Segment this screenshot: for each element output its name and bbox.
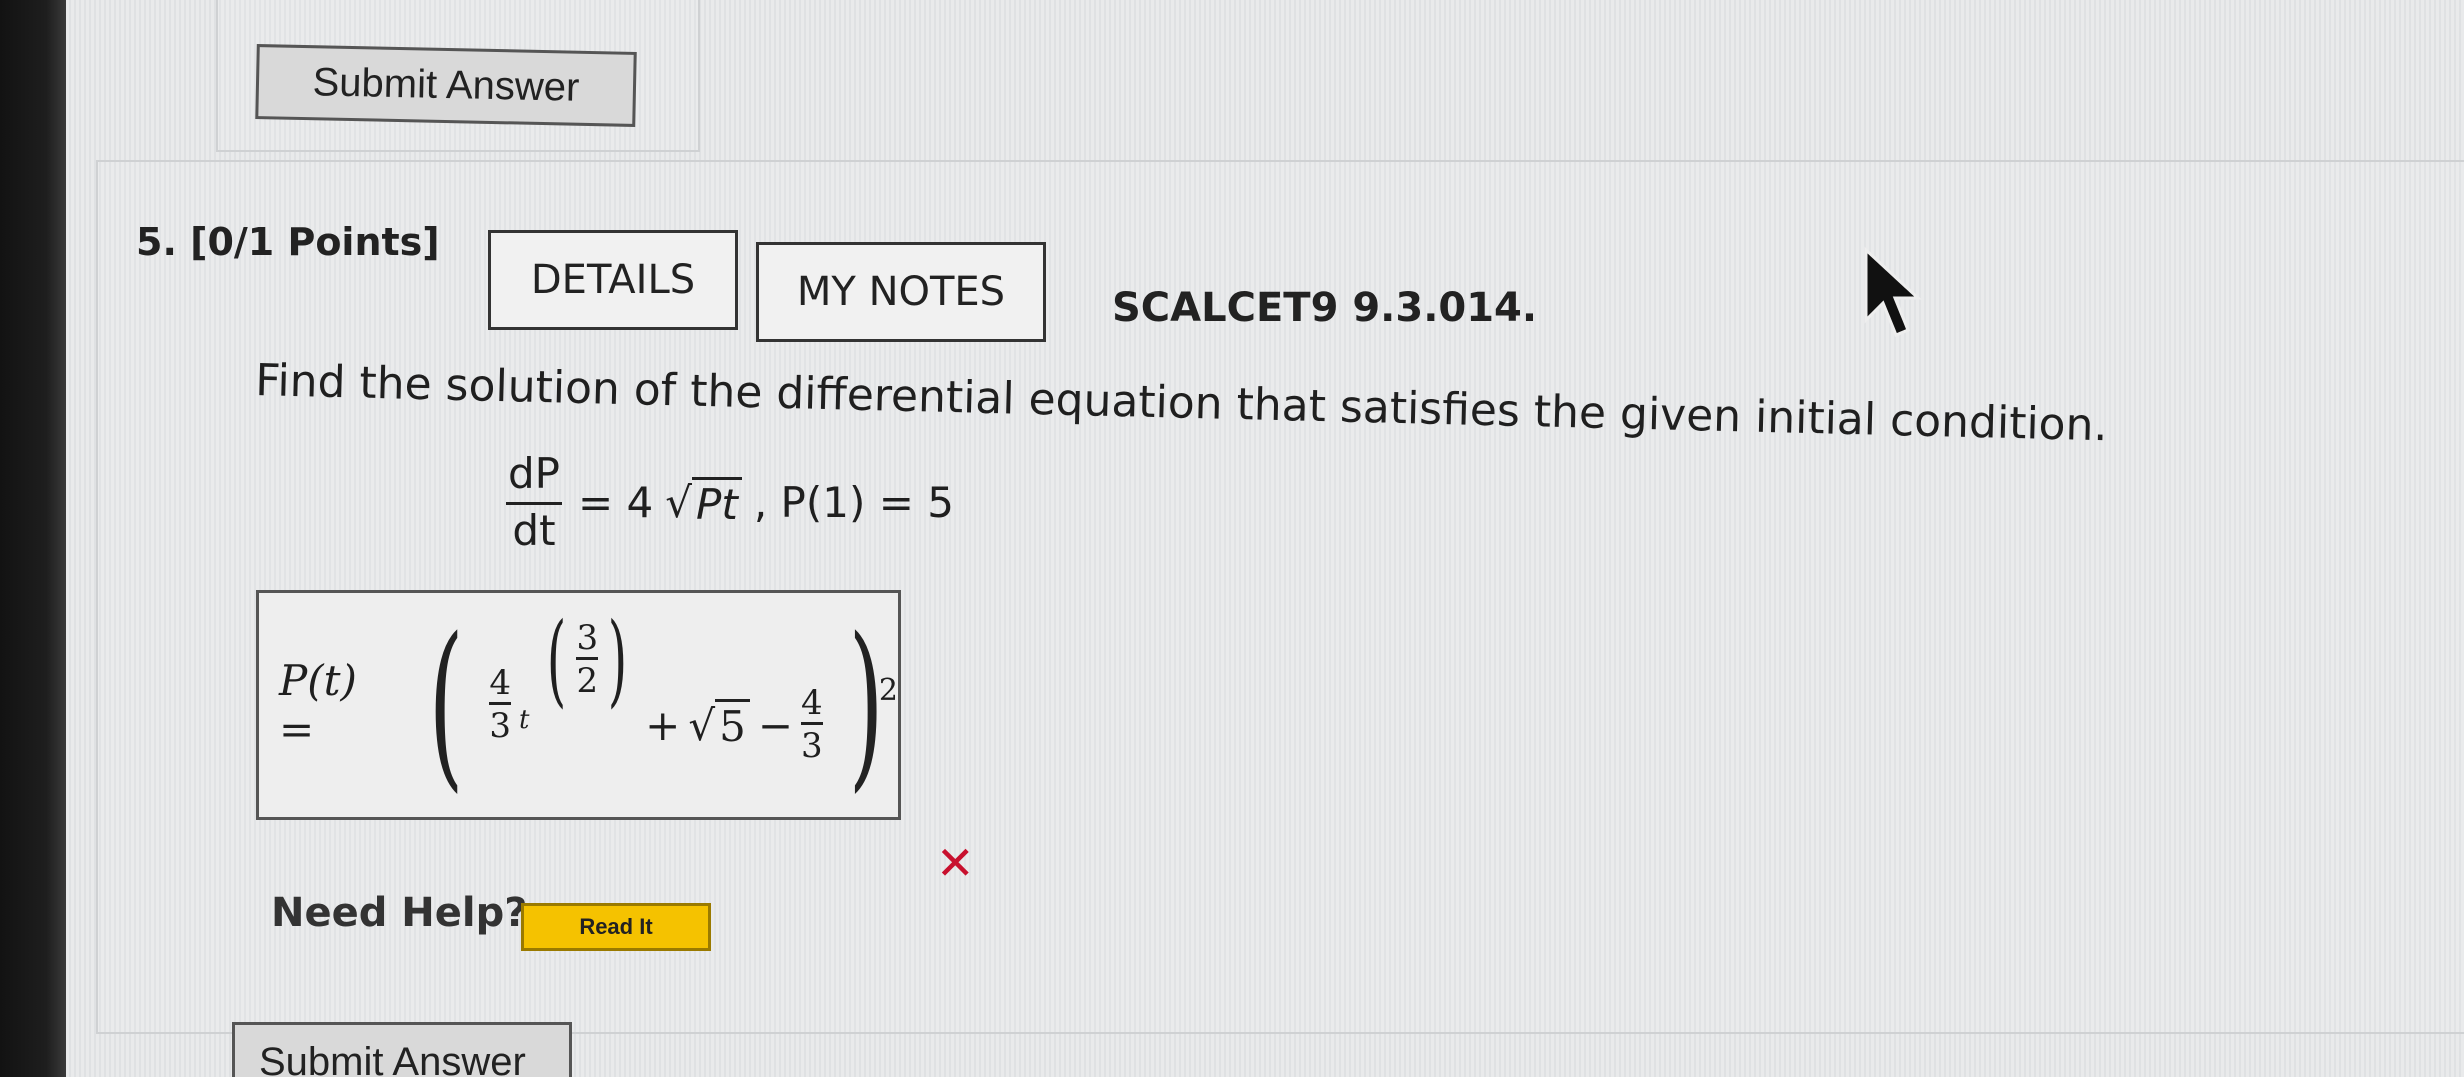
sub-numerator: 4 — [801, 682, 823, 723]
details-button[interactable]: DETAILS — [488, 230, 738, 330]
sqrt-five: √ 5 — [688, 699, 750, 751]
exponent-fraction: 3 2 — [576, 617, 599, 700]
square-root: √ Pt — [665, 476, 742, 529]
radical-icon: √ — [688, 700, 716, 750]
my-notes-button[interactable]: MY NOTES — [756, 242, 1046, 342]
right-paren-icon: ) — [848, 600, 884, 809]
sub-denominator: 3 — [801, 721, 823, 765]
radicand: Pt — [692, 476, 742, 529]
exp-left-paren-icon: ( — [547, 601, 567, 718]
answer-variable: t — [519, 705, 530, 735]
coef-denominator: 3 — [489, 701, 511, 745]
fraction-numerator: dP — [508, 449, 560, 498]
question-number-points: 5. [0/1 Points] — [136, 220, 440, 264]
exponent-group: ( 3 2 ) — [537, 610, 637, 710]
exp-numerator: 3 — [576, 617, 599, 658]
need-help-label: Need Help? — [271, 890, 528, 936]
read-it-button[interactable]: Read It — [521, 903, 711, 951]
monitor-bezel — [0, 0, 66, 1077]
initial-condition: , P(1) = 5 — [753, 478, 954, 528]
exp-denominator: 2 — [576, 656, 599, 700]
answer-input[interactable]: P(t) = ( 4 3 t ( 3 2 ) + √ 5 − 4 3 ) 2 — [256, 590, 901, 820]
minus-sign: − — [757, 700, 794, 750]
coef-numerator: 4 — [489, 662, 511, 703]
x-mark-icon: ✕ — [936, 836, 975, 890]
question-source: SCALCET9 9.3.014. — [1112, 285, 1538, 331]
derivative-fraction: dP dt — [502, 449, 566, 553]
exp-right-paren-icon: ) — [607, 601, 628, 718]
subtract-fraction: 4 3 — [801, 682, 823, 765]
mouse-pointer-icon — [1864, 246, 1922, 337]
screen: Submit Answer 5. [0/1 Points] DETAILS MY… — [66, 0, 2464, 1077]
left-paren-icon: ( — [428, 600, 464, 809]
submit-answer-button-top[interactable]: Submit Answer — [255, 44, 637, 127]
differential-equation: dP dt = 4 √ Pt , P(1) = 5 — [502, 449, 954, 553]
equals-coefficient: = 4 — [578, 478, 654, 528]
answer-lhs: P(t) = — [279, 656, 357, 754]
fraction-denominator: dt — [506, 502, 562, 553]
radical-icon: √ — [665, 478, 693, 528]
submit-answer-button-bottom[interactable]: Submit Answer — [232, 1022, 572, 1077]
coefficient-fraction: 4 3 — [489, 662, 511, 745]
sqrt-radicand: 5 — [715, 699, 750, 751]
plus-sign: + — [645, 700, 681, 750]
